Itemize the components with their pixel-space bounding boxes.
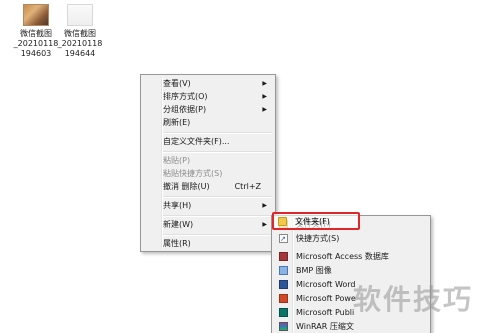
submenu-item-winrar-archive[interactable]: WinRAR 压缩文 (274, 320, 428, 333)
menu-separator (163, 196, 272, 198)
shortcut-icon (279, 233, 288, 246)
menu-separator (163, 215, 272, 217)
submenu-item-access-database[interactable]: Microsoft Access 数据库 (274, 250, 428, 263)
menu-item-customize-folder[interactable]: 自定义文件夹(F)... (143, 136, 273, 148)
submenu-item-label: Microsoft Publi (296, 308, 355, 317)
submenu-item-label: WinRAR 压缩文 (296, 322, 354, 331)
menu-item-sort-by[interactable]: 排序方式(O) ▶ (143, 91, 273, 103)
submenu-item-folder-highlighted[interactable]: 文件夹(F) (273, 215, 357, 228)
menu-item-properties[interactable]: 属性(R) (143, 238, 273, 250)
submenu-item-label: Microsoft Powe (296, 294, 356, 303)
submenu-arrow-icon: ▶ (262, 93, 267, 100)
desktop[interactable]: 微信截图 _20210118 194603 微信截图 _20210118 194… (0, 0, 500, 333)
desktop-context-menu: 查看(V) ▶ 排序方式(O) ▶ 分组依据(P) ▶ 刷新(E) 自定义文件夹… (140, 74, 276, 252)
menu-item-label: 粘贴快捷方式(S) (163, 169, 223, 178)
menu-item-group-by[interactable]: 分组依据(P) ▶ (143, 104, 273, 116)
keyboard-shortcut: Ctrl+Z (234, 182, 261, 191)
menu-item-label: 属性(R) (163, 239, 191, 248)
publisher-icon (279, 308, 288, 317)
submenu-arrow-icon: ▶ (262, 221, 267, 228)
file-name-line: _20210118 (57, 39, 103, 48)
word-icon (279, 280, 288, 289)
file-name-line: 微信截图 (64, 29, 96, 38)
menu-item-refresh[interactable]: 刷新(E) (143, 117, 273, 129)
menu-separator (163, 132, 272, 134)
folder-icon (278, 217, 287, 226)
menu-separator (163, 234, 272, 236)
menu-item-label: 自定义文件夹(F)... (163, 137, 230, 146)
menu-item-label: 查看(V) (163, 79, 191, 88)
winrar-icon (279, 322, 288, 331)
submenu-arrow-icon: ▶ (262, 106, 267, 113)
submenu-item-shortcut[interactable]: 快捷方式(S) (274, 232, 428, 246)
submenu-item-label: 快捷方式(S) (296, 234, 340, 243)
submenu-item-label: Microsoft Access 数据库 (296, 252, 389, 261)
menu-item-label: 分组依据(P) (163, 105, 207, 114)
image-thumbnail-icon (23, 4, 49, 26)
menu-separator (163, 151, 272, 153)
menu-item-share[interactable]: 共享(H) ▶ (143, 200, 273, 212)
file-name-line: 194644 (64, 49, 96, 58)
menu-item-label: 刷新(E) (163, 118, 191, 127)
menu-item-label: 粘贴(P) (163, 156, 191, 165)
menu-item-paste: 粘贴(P) (143, 155, 273, 167)
menu-item-label: 新建(W) (163, 220, 194, 229)
menu-item-paste-shortcut: 粘贴快捷方式(S) (143, 168, 273, 180)
menu-item-view[interactable]: 查看(V) ▶ (143, 78, 273, 90)
menu-item-undo-delete[interactable]: 撤消 删除(U) Ctrl+Z (143, 181, 273, 193)
submenu-item-bmp-image[interactable]: BMP 图像 (274, 264, 428, 277)
submenu-arrow-icon: ▶ (262, 202, 267, 209)
powerpoint-icon (279, 294, 288, 303)
bmp-icon (279, 266, 288, 275)
image-thumbnail-icon (67, 4, 93, 26)
desktop-file-icon[interactable]: 微信截图 _20210118 194644 (54, 4, 106, 59)
submenu-item-label: 文件夹(F) (295, 217, 330, 226)
submenu-arrow-icon: ▶ (262, 80, 267, 87)
access-icon (279, 252, 288, 261)
menu-item-label: 撤消 删除(U) (163, 182, 210, 191)
submenu-item-label: BMP 图像 (296, 266, 332, 275)
submenu-item-label: Microsoft Word (296, 280, 356, 289)
menu-item-label: 排序方式(O) (163, 92, 208, 101)
menu-item-new[interactable]: 新建(W) ▶ (143, 219, 273, 231)
menu-item-label: 共享(H) (163, 201, 192, 210)
watermark-text: 软件技巧 (353, 283, 474, 316)
